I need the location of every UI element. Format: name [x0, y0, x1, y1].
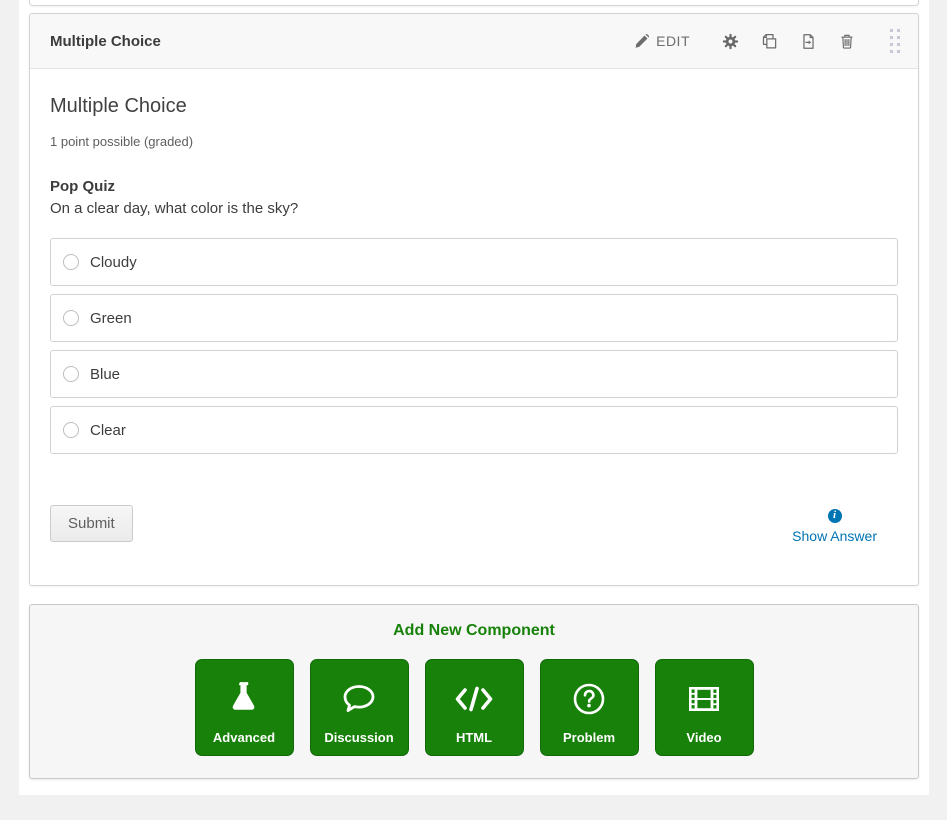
add-button-label: HTML — [426, 730, 523, 745]
choice-option-cloudy[interactable]: Cloudy — [50, 238, 898, 286]
radio-button[interactable] — [63, 422, 79, 438]
choice-list: Cloudy Green Blue Clear — [50, 238, 898, 454]
delete-button[interactable] — [828, 27, 866, 56]
drag-handle-icon[interactable] — [880, 21, 910, 61]
add-button-label: Problem — [541, 730, 638, 745]
add-html-button[interactable]: HTML — [425, 659, 524, 756]
film-icon — [687, 678, 721, 720]
choice-option-clear[interactable]: Clear — [50, 406, 898, 454]
choice-option-green[interactable]: Green — [50, 294, 898, 342]
add-advanced-button[interactable]: Advanced — [195, 659, 294, 756]
info-icon: i — [828, 509, 842, 523]
flask-icon — [229, 678, 259, 720]
code-icon — [454, 678, 494, 720]
radio-button[interactable] — [63, 366, 79, 382]
component-actions: EDIT — [623, 21, 910, 61]
gear-icon — [722, 33, 739, 50]
edit-button-label: EDIT — [656, 33, 690, 49]
show-answer-block: i Show Answer — [792, 505, 898, 544]
previous-component-edge — [29, 0, 919, 6]
speech-bubble-icon — [341, 678, 377, 720]
choice-option-blue[interactable]: Blue — [50, 350, 898, 398]
duplicate-icon — [761, 33, 778, 50]
component-card-header: Multiple Choice EDIT — [30, 14, 918, 69]
submit-button[interactable]: Submit — [50, 505, 133, 542]
add-button-label: Discussion — [311, 730, 408, 745]
edit-button[interactable]: EDIT — [623, 27, 701, 55]
radio-button[interactable] — [63, 310, 79, 326]
points-possible-text: 1 point possible (graded) — [50, 134, 898, 149]
problem-actions-row: Submit i Show Answer — [50, 505, 898, 544]
add-video-button[interactable]: Video — [655, 659, 754, 756]
add-new-component-title: Add New Component — [30, 622, 918, 640]
settings-button[interactable] — [711, 27, 750, 56]
choice-label: Green — [90, 310, 132, 327]
pencil-icon — [634, 34, 649, 49]
radio-button[interactable] — [63, 254, 79, 270]
add-problem-button[interactable]: Problem — [540, 659, 639, 756]
problem-body: Multiple Choice 1 point possible (graded… — [30, 69, 918, 585]
question-text: On a clear day, what color is the sky? — [50, 200, 898, 217]
move-button[interactable] — [789, 27, 828, 56]
choice-label: Cloudy — [90, 254, 137, 271]
show-answer-link[interactable]: Show Answer — [792, 528, 877, 544]
problem-title: Multiple Choice — [50, 95, 898, 118]
multiple-choice-component-card: Multiple Choice EDIT — [29, 13, 919, 586]
question-heading: Pop Quiz — [50, 178, 898, 195]
unit-editor-stage: Multiple Choice EDIT — [19, 0, 929, 795]
add-discussion-button[interactable]: Discussion — [310, 659, 409, 756]
component-title: Multiple Choice — [50, 33, 161, 50]
add-new-component-panel: Add New Component Advanced Discussion — [29, 604, 919, 779]
choice-label: Blue — [90, 366, 120, 383]
choice-label: Clear — [90, 422, 126, 439]
add-button-label: Video — [656, 730, 753, 745]
duplicate-button[interactable] — [750, 27, 789, 56]
add-button-label: Advanced — [196, 730, 293, 745]
question-circle-icon — [572, 678, 606, 720]
add-component-buttons: Advanced Discussion HT — [30, 659, 918, 756]
delete-icon — [839, 33, 855, 50]
move-icon — [800, 33, 817, 50]
